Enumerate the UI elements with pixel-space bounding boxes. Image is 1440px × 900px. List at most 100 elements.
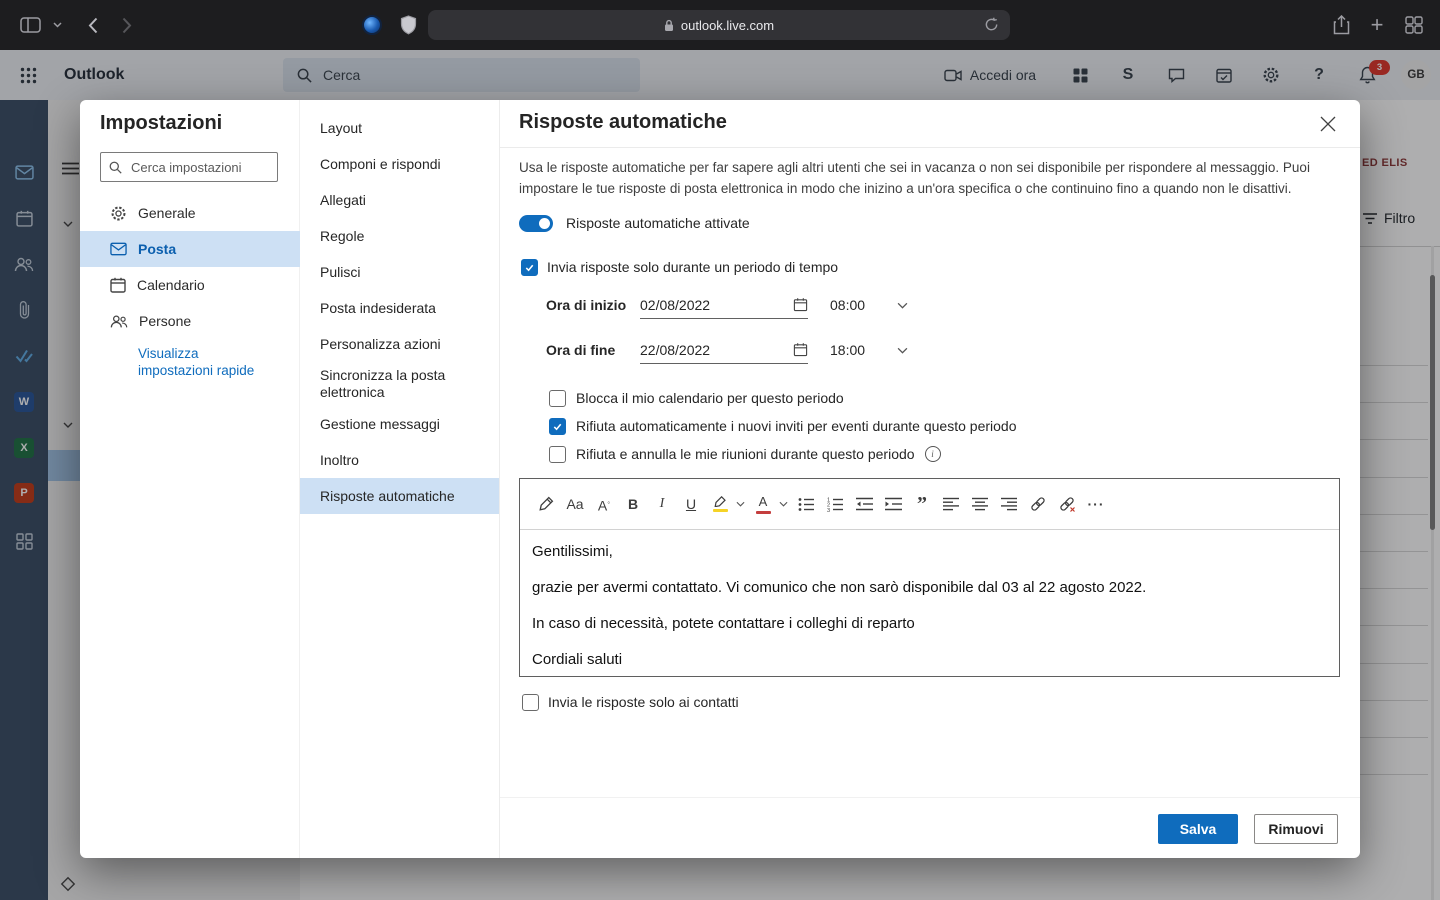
category-personalizza-azioni[interactable]: Personalizza azioni <box>300 326 499 362</box>
message-line: grazie per avermi contattato. Vi comunic… <box>532 570 1327 606</box>
highlight-button[interactable] <box>708 489 732 519</box>
new-tab-icon[interactable]: + <box>1362 0 1392 50</box>
share-icon[interactable] <box>1326 0 1356 50</box>
format-painter-icon[interactable] <box>534 489 558 519</box>
font-name-button[interactable]: Aa <box>563 489 587 519</box>
chevron-down-icon <box>897 347 908 354</box>
category-sincronizza[interactable]: Sincronizza la posta elettronica <box>300 360 499 408</box>
extension-orb-icon[interactable] <box>358 0 386 50</box>
end-date-value: 22/08/2022 <box>640 342 710 358</box>
url-text: outlook.live.com <box>681 18 774 33</box>
settings-search[interactable] <box>100 152 278 182</box>
link-icon[interactable] <box>1026 489 1050 519</box>
underline-button[interactable]: U <box>679 489 703 519</box>
bullet-list-icon[interactable] <box>794 489 818 519</box>
close-icon[interactable] <box>1320 116 1336 132</box>
end-date-field[interactable]: 22/08/2022 <box>640 337 808 364</box>
autoreplies-panel: Risposte automatiche Usa le risposte aut… <box>500 100 1360 858</box>
lock-icon <box>664 19 674 32</box>
end-label: Ora di fine <box>546 342 640 358</box>
sidebar-chevron-icon[interactable] <box>48 0 66 50</box>
url-field[interactable]: outlook.live.com <box>428 10 1010 40</box>
bold-button[interactable]: B <box>621 489 645 519</box>
contacts-only-checkbox[interactable] <box>522 694 539 711</box>
svg-text:3: 3 <box>827 507 830 511</box>
message-line: In caso di necessità, potete contattare … <box>532 606 1327 642</box>
reload-icon[interactable] <box>984 17 999 32</box>
align-left-icon[interactable] <box>939 489 963 519</box>
end-time-dropdown[interactable]: 18:00 <box>830 337 908 363</box>
people-icon <box>110 314 128 329</box>
decline-meetings-checkbox[interactable] <box>549 446 566 463</box>
italic-button[interactable]: I <box>650 489 674 519</box>
save-button[interactable]: Salva <box>1158 814 1238 844</box>
autoreplies-toggle[interactable] <box>519 215 553 232</box>
outdent-icon[interactable] <box>852 489 876 519</box>
start-time-dropdown[interactable]: 08:00 <box>830 292 908 318</box>
indent-icon[interactable] <box>881 489 905 519</box>
settings-nav-calendario[interactable]: Calendario <box>80 267 300 303</box>
panel-title: Risposte automatiche <box>519 111 727 134</box>
font-size-button[interactable]: A◦ <box>592 489 616 519</box>
remove-button[interactable]: Rimuovi <box>1254 814 1338 844</box>
browser-chrome: outlook.live.com + <box>0 0 1440 50</box>
settings-nav-posta[interactable]: Posta <box>80 231 300 267</box>
category-layout[interactable]: Layout <box>300 110 499 146</box>
datepicker-icon[interactable] <box>793 342 808 357</box>
option-label: Rifiuta automaticamente i nuovi inviti p… <box>576 418 1016 434</box>
settings-nav-generale[interactable]: Generale <box>80 195 300 231</box>
gear-icon <box>110 205 127 222</box>
start-date-value: 02/08/2022 <box>640 297 710 313</box>
numbered-list-icon[interactable]: 123 <box>823 489 847 519</box>
start-time-value: 08:00 <box>830 297 865 313</box>
panel-description: Usa le risposte automatiche per far sape… <box>519 157 1333 199</box>
category-regole[interactable]: Regole <box>300 218 499 254</box>
period-label: Invia risposte solo durante un periodo d… <box>547 259 838 275</box>
screen: outlook.live.com + Outlook Acc <box>0 0 1440 900</box>
start-date-field[interactable]: 02/08/2022 <box>640 292 808 319</box>
datepicker-icon[interactable] <box>793 297 808 312</box>
quote-icon[interactable]: ” <box>910 489 934 519</box>
back-icon[interactable] <box>80 0 106 50</box>
settings-search-input[interactable] <box>129 159 263 176</box>
forward-icon[interactable] <box>114 0 140 50</box>
end-time-value: 18:00 <box>830 342 865 358</box>
category-allegati[interactable]: Allegati <box>300 182 499 218</box>
option-label: Rifiuta e annulla le mie riunioni durant… <box>576 446 915 462</box>
settings-category-panel: Layout Componi e rispondi Allegati Regol… <box>300 100 500 858</box>
font-color-chevron-icon[interactable] <box>777 489 789 519</box>
tab-overview-icon[interactable] <box>1398 0 1430 50</box>
category-componi[interactable]: Componi e rispondi <box>300 146 499 182</box>
message-line: Gentilissimi, <box>532 534 1327 570</box>
category-posta-indesiderata[interactable]: Posta indesiderata <box>300 290 499 326</box>
more-commands-icon[interactable]: ··· <box>1084 489 1108 519</box>
font-color-button[interactable]: A <box>751 489 775 519</box>
align-center-icon[interactable] <box>968 489 992 519</box>
highlight-chevron-icon[interactable] <box>734 489 746 519</box>
sidebar-toggle-icon[interactable] <box>14 0 46 50</box>
settings-nav-panel: Impostazioni Generale Posta Calendario P… <box>80 100 300 858</box>
quick-settings-link[interactable]: Visualizza impostazioni rapide <box>138 345 270 379</box>
period-checkbox[interactable] <box>521 259 538 276</box>
category-inoltro[interactable]: Inoltro <box>300 442 499 478</box>
editor-toolbar: Aa A◦ B I U A <box>520 479 1339 530</box>
unlink-icon[interactable] <box>1055 489 1079 519</box>
decline-invites-checkbox[interactable] <box>549 418 566 435</box>
mail-icon <box>110 242 127 256</box>
editor-body[interactable]: Gentilissimi, grazie per avermi contatta… <box>520 530 1339 682</box>
align-right-icon[interactable] <box>997 489 1021 519</box>
highlight-color-bar <box>713 509 728 512</box>
category-pulisci[interactable]: Pulisci <box>300 254 499 290</box>
search-icon <box>109 161 122 174</box>
font-color-bar <box>756 511 771 514</box>
info-icon[interactable]: i <box>925 446 941 462</box>
category-risposte-automatiche[interactable]: Risposte automatiche <box>300 478 499 514</box>
extension-shield-icon[interactable] <box>394 0 422 50</box>
nav-label: Generale <box>138 205 196 221</box>
block-calendar-checkbox[interactable] <box>549 390 566 407</box>
category-gestione-messaggi[interactable]: Gestione messaggi <box>300 406 499 442</box>
start-label: Ora di inizio <box>546 297 640 313</box>
chevron-down-icon <box>897 302 908 309</box>
toggle-label: Risposte automatiche attivate <box>566 215 750 231</box>
settings-nav-persone[interactable]: Persone <box>80 303 300 339</box>
